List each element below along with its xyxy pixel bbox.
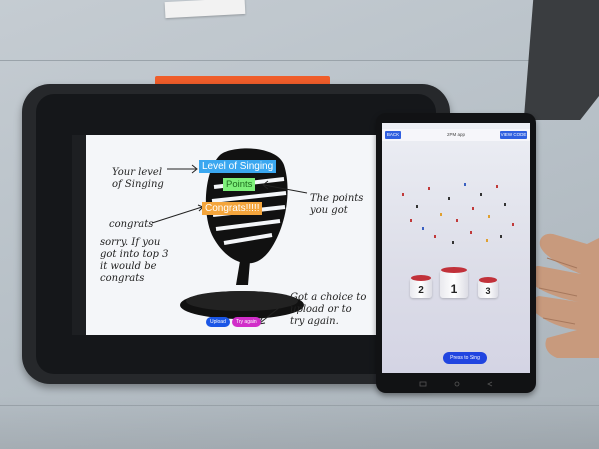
confetti-piece: [464, 183, 466, 186]
confetti-piece: [500, 235, 502, 238]
confetti-piece: [448, 197, 450, 200]
podium-first: 1: [440, 267, 468, 298]
congrats-label: Congrats!!!!!: [202, 202, 263, 215]
confetti-piece: [504, 203, 506, 206]
podium-top: [441, 267, 467, 273]
note-congrats: congrats: [109, 219, 154, 230]
confetti-piece: [416, 205, 418, 208]
podium-second: 2: [410, 275, 432, 298]
back-button[interactable]: BACK: [385, 131, 401, 139]
confetti-piece: [440, 213, 442, 216]
phone-screen: BACK 2PM app VIEW CODE 2 1 3: [382, 123, 530, 373]
confetti-piece: [512, 223, 514, 226]
confetti-piece: [488, 215, 490, 218]
try-again-button[interactable]: Try again: [232, 317, 261, 327]
confetti-piece: [434, 235, 436, 238]
confetti-piece: [410, 219, 412, 222]
press-to-sing-button[interactable]: Press to Sing: [443, 352, 487, 364]
confetti-piece: [472, 207, 474, 210]
view-code-button[interactable]: VIEW CODE: [500, 131, 527, 139]
confetti-piece: [452, 241, 454, 244]
podium-top: [411, 275, 431, 281]
confetti-piece: [402, 193, 404, 196]
podium-top: [479, 277, 497, 283]
confetti-piece: [456, 219, 458, 222]
note-sorry: sorry. If you got into top 3 it would be…: [100, 237, 169, 284]
level-label: Level of Singing: [199, 160, 277, 173]
foreground-shadow: [0, 395, 599, 449]
note-level: Your level of Singing: [112, 167, 164, 190]
confetti-piece: [486, 239, 488, 242]
confetti-piece: [428, 187, 430, 190]
points-label: Points: [223, 178, 256, 191]
note-points: The points you got: [310, 193, 364, 216]
note-choice: Got a choice to upload or to try again.: [290, 292, 367, 327]
confetti-piece: [422, 227, 424, 230]
podium-third: 3: [478, 277, 498, 298]
desk-seam: [0, 60, 599, 61]
confetti-piece: [496, 185, 498, 188]
app-bar: BACK 2PM app VIEW CODE: [382, 129, 530, 141]
app-title: 2PM app: [446, 132, 465, 137]
confetti-piece: [480, 193, 482, 196]
podium-first-number: 1: [450, 282, 458, 296]
tablet-screen: Your level of Singing The points you got…: [72, 135, 390, 335]
podium-second-number: 2: [418, 285, 424, 296]
phone-nav-bar: [419, 381, 493, 387]
confetti-piece: [470, 231, 472, 234]
upload-button[interactable]: Upload: [206, 317, 230, 327]
podium-third-number: 3: [485, 286, 491, 296]
